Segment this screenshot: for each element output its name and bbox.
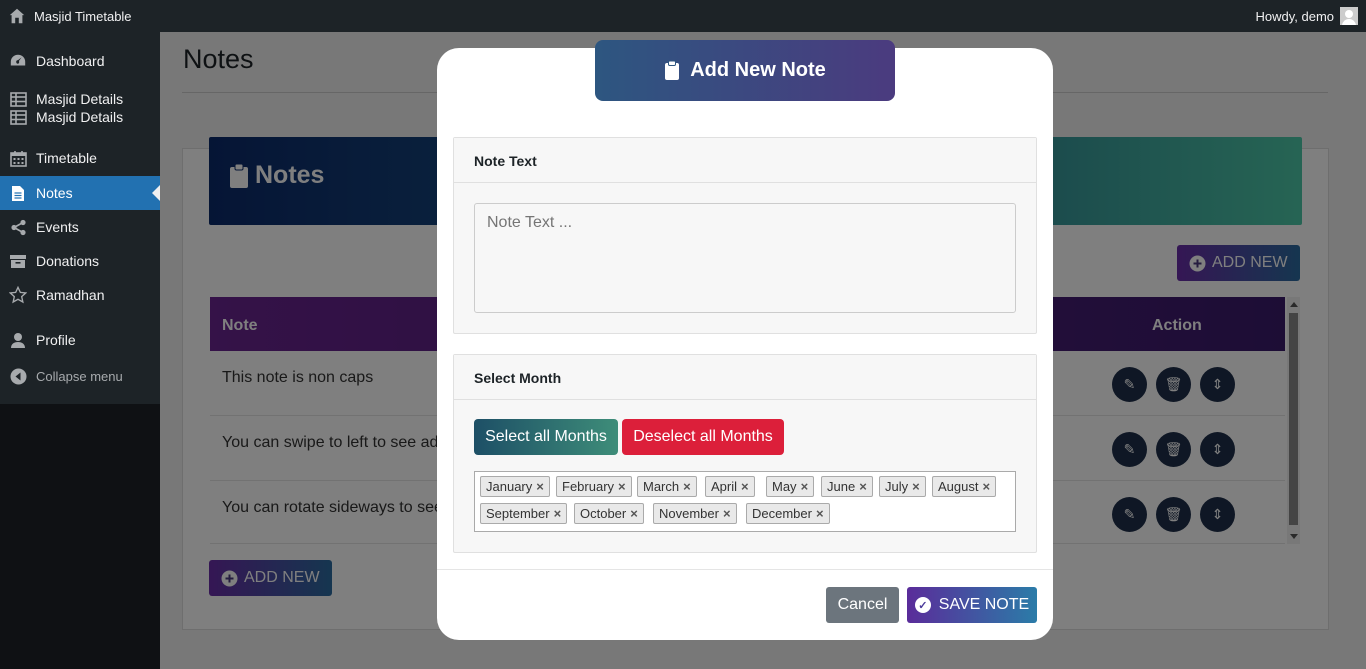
remove-icon[interactable]: ×: [618, 479, 626, 494]
month-tag-label: December: [752, 506, 812, 521]
table-icon: [0, 91, 36, 107]
month-tag-october: October ×: [574, 503, 644, 524]
remove-icon[interactable]: ×: [741, 479, 749, 494]
month-tag-february: February ×: [556, 476, 632, 497]
month-tag-december: December ×: [746, 503, 830, 524]
sidebar-item-masjid-details-2[interactable]: Masjid Details: [0, 107, 160, 127]
month-tag-november: November ×: [653, 503, 737, 524]
month-tag-january: January ×: [480, 476, 550, 497]
save-note-button[interactable]: ✓ SAVE NOTE: [907, 587, 1037, 623]
collapse-label: Collapse menu: [36, 368, 123, 384]
archive-icon: [0, 254, 36, 269]
sidebar-item-label: Donations: [36, 253, 100, 269]
month-tag-label: November: [659, 506, 719, 521]
month-panel-title: Select Month: [454, 355, 1036, 400]
month-tag-april: April ×: [705, 476, 755, 497]
account-menu[interactable]: Howdy, demo: [1255, 0, 1358, 32]
sidebar-empty-area: [0, 404, 160, 669]
dashboard-icon: [0, 52, 36, 70]
select-all-months-button[interactable]: Select all Months: [474, 419, 618, 455]
document-icon: [0, 185, 36, 202]
month-tag-label: October: [580, 506, 627, 521]
sidebar-item-label: Dashboard: [36, 53, 105, 69]
sidebar-item-masjid-details[interactable]: Masjid Details: [0, 89, 160, 109]
month-tag-label: April: [711, 479, 738, 494]
admin-bar: Masjid Timetable Howdy, demo: [0, 0, 1366, 32]
home-icon: [9, 8, 25, 24]
remove-icon[interactable]: ×: [982, 479, 990, 494]
sidebar-item-label: Profile: [36, 332, 76, 348]
remove-icon[interactable]: ×: [859, 479, 867, 494]
remove-icon[interactable]: ×: [816, 506, 824, 521]
sidebar-item-label: Events: [36, 219, 79, 235]
remove-icon[interactable]: ×: [630, 506, 638, 521]
month-multiselect[interactable]: January × February × March × April × May × Ju…: [474, 471, 1016, 532]
sidebar-item-ramadhan[interactable]: Ramadhan: [0, 278, 160, 312]
user-icon: [0, 332, 36, 349]
calendar-icon: [0, 150, 36, 167]
sidebar-item-profile[interactable]: Profile: [0, 323, 160, 357]
month-tag-label: August: [938, 479, 979, 494]
sidebar-item-label: Timetable: [36, 150, 97, 166]
check-circle-icon: ✓: [914, 597, 931, 613]
remove-icon[interactable]: ×: [723, 506, 731, 521]
sidebar-item-label: Ramadhan: [36, 287, 105, 303]
sidebar-item-dashboard[interactable]: Dashboard: [0, 44, 160, 78]
modal-title: Add New Note: [690, 59, 826, 81]
remove-icon[interactable]: ×: [536, 479, 544, 494]
clipboard-icon: [665, 60, 680, 80]
sidebar-item-label: Masjid Details: [36, 109, 124, 125]
remove-icon[interactable]: ×: [554, 506, 562, 521]
month-tag-march: March ×: [637, 476, 697, 497]
remove-icon[interactable]: ×: [801, 479, 809, 494]
share-icon: [0, 219, 36, 236]
note-panel-title: Note Text: [454, 138, 1036, 183]
sidebar-item-events[interactable]: Events: [0, 210, 160, 244]
month-tag-june: June ×: [821, 476, 873, 497]
sidebar-item-label: Notes: [36, 185, 73, 201]
modal-footer-divider: [437, 569, 1053, 570]
month-tag-label: July: [885, 479, 909, 494]
sidebar-item-timetable[interactable]: Timetable: [0, 141, 160, 175]
star-icon: [0, 286, 36, 304]
month-tag-label: June: [827, 479, 856, 494]
month-tag-september: September ×: [480, 503, 568, 524]
remove-icon[interactable]: ×: [683, 479, 691, 494]
month-tag-july: July ×: [879, 476, 926, 497]
month-tag-label: January: [486, 479, 533, 494]
sidebar-item-label: Masjid Details: [36, 91, 124, 107]
month-tag-label: May: [772, 479, 797, 494]
admin-sidebar: Dashboard Masjid Details Masjid Details …: [0, 32, 160, 669]
save-note-label: SAVE NOTE: [938, 596, 1030, 613]
deselect-all-months-button[interactable]: Deselect all Months: [622, 419, 784, 455]
month-tag-august: August ×: [932, 476, 997, 497]
howdy-text: Howdy, demo: [1255, 8, 1334, 24]
month-tag-label: September: [486, 506, 550, 521]
note-text-input[interactable]: [474, 203, 1016, 313]
site-title: Masjid Timetable: [34, 8, 132, 24]
month-tag-label: February: [562, 479, 615, 494]
month-tag-may: May ×: [766, 476, 815, 497]
cancel-button[interactable]: Cancel: [826, 587, 899, 623]
sidebar-item-donations[interactable]: Donations: [0, 244, 160, 278]
site-home-link[interactable]: Masjid Timetable: [8, 0, 132, 32]
table-icon: [0, 109, 36, 125]
avatar: [1340, 7, 1358, 25]
sidebar-item-notes[interactable]: Notes: [0, 176, 160, 210]
month-tag-label: March: [643, 479, 680, 494]
collapse-menu-button[interactable]: Collapse menu: [0, 359, 160, 393]
collapse-icon: [0, 368, 36, 385]
modal-title-badge: Add New Note: [595, 40, 895, 101]
remove-icon[interactable]: ×: [912, 479, 920, 494]
